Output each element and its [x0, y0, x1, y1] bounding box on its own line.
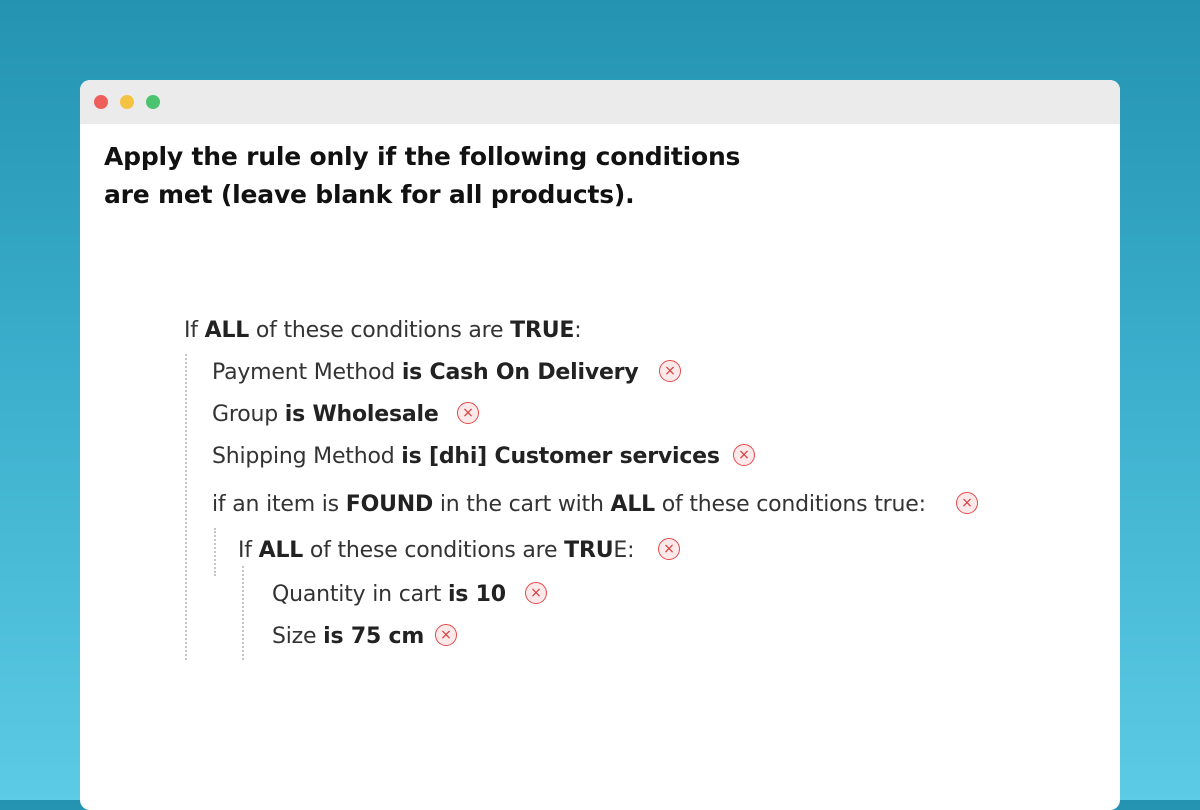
root-aggregator-select[interactable]: ALL: [205, 318, 250, 343]
condition-shipping-method: Shipping Method is [dhi] Customer servic…: [212, 442, 720, 472]
root-children-guide: [185, 354, 187, 660]
found-aggregator-select[interactable]: ALL: [611, 492, 656, 517]
condition-value-link[interactable]: is Wholesale: [285, 402, 439, 427]
nested-value-select[interactable]: TRU: [564, 538, 613, 563]
found-text-2: in the cart with: [439, 492, 604, 517]
root-suffix: :: [574, 318, 582, 343]
remove-condition-icon[interactable]: ×: [435, 624, 457, 646]
close-window-button[interactable]: [94, 95, 108, 109]
found-text-3: of these conditions true:: [661, 492, 926, 517]
condition-value-link[interactable]: is 10: [448, 582, 506, 607]
condition-value-link[interactable]: is Cash On Delivery: [402, 360, 639, 385]
found-children-guide: [214, 528, 216, 576]
heading-line-2: are met (leave blank for all products).: [104, 180, 635, 209]
condition-size: Size is 75 cm: [272, 622, 424, 652]
remove-condition-icon[interactable]: ×: [659, 360, 681, 382]
root-middle-text: of these conditions are: [255, 318, 504, 343]
remove-condition-icon[interactable]: ×: [525, 582, 547, 604]
found-text-1: if an item is: [212, 492, 339, 517]
nested-aggregator-select[interactable]: ALL: [259, 538, 304, 563]
condition-group: Group is Wholesale: [212, 400, 439, 430]
condition-value-link[interactable]: is [dhi] Customer services: [401, 444, 720, 469]
condition-attribute: Group: [212, 402, 278, 427]
root-prefix: If: [184, 318, 198, 343]
product-found-combine: if an item is FOUND in the cart with ALL…: [212, 490, 926, 520]
nested-middle-text: of these conditions are: [309, 538, 558, 563]
root-condition-combine: If ALL of these conditions are TRUE:: [184, 316, 582, 346]
nested-value-rest: E:: [613, 538, 635, 563]
condition-attribute: Quantity in cart: [272, 582, 442, 607]
nested-prefix: If: [238, 538, 252, 563]
maximize-window-button[interactable]: [146, 95, 160, 109]
remove-condition-icon[interactable]: ×: [457, 402, 479, 424]
remove-condition-icon[interactable]: ×: [658, 538, 680, 560]
condition-quantity-in-cart: Quantity in cart is 10: [272, 580, 506, 610]
nested-children-guide: [242, 566, 244, 660]
conditions-heading: Apply the rule only if the following con…: [104, 138, 740, 214]
condition-attribute: Shipping Method: [212, 444, 395, 469]
remove-condition-icon[interactable]: ×: [956, 492, 978, 514]
window-titlebar: [80, 80, 1120, 124]
condition-attribute: Payment Method: [212, 360, 396, 385]
condition-value-link[interactable]: is 75 cm: [323, 624, 424, 649]
root-value-select[interactable]: TRUE: [510, 318, 574, 343]
condition-payment-method: Payment Method is Cash On Delivery: [212, 358, 639, 388]
minimize-window-button[interactable]: [120, 95, 134, 109]
nested-condition-combine: If ALL of these conditions are TRUE:: [238, 536, 634, 566]
heading-line-1: Apply the rule only if the following con…: [104, 142, 741, 171]
remove-condition-icon[interactable]: ×: [733, 444, 755, 466]
condition-attribute: Size: [272, 624, 317, 649]
found-select[interactable]: FOUND: [346, 492, 433, 517]
